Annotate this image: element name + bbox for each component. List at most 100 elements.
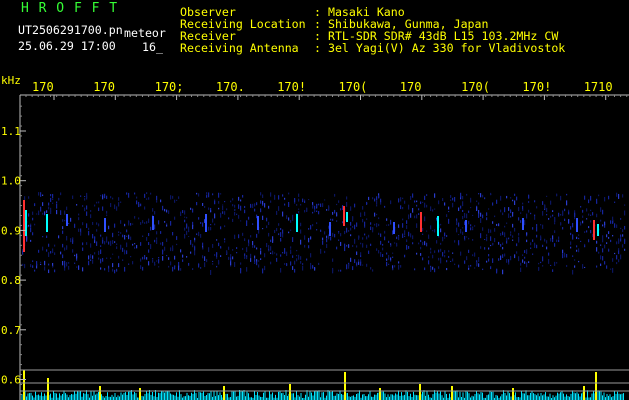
band-noise [510, 209, 512, 214]
band-noise [534, 216, 536, 220]
band-noise [620, 227, 622, 230]
band-noise [378, 195, 380, 199]
band-noise [578, 248, 580, 253]
band-noise [172, 232, 174, 236]
band-noise [270, 246, 272, 251]
band-noise [294, 268, 296, 273]
band-noise [400, 197, 402, 202]
band-noise [310, 236, 312, 240]
band-noise [92, 233, 94, 238]
band-noise [474, 225, 476, 227]
band-noise [138, 217, 140, 220]
band-noise [422, 257, 424, 261]
band-noise [90, 243, 92, 248]
band-noise [208, 207, 210, 210]
band-noise [556, 262, 558, 264]
band-noise [68, 262, 70, 264]
band-noise [234, 204, 236, 208]
band-noise [76, 204, 78, 206]
band-noise [430, 247, 432, 251]
band-noise [62, 254, 64, 259]
band-noise [280, 238, 282, 242]
band-noise [242, 247, 244, 251]
band-noise [620, 238, 622, 242]
x-tick-label: 170 [32, 80, 54, 94]
band-noise [274, 230, 276, 234]
band-noise [498, 258, 500, 261]
band-noise [620, 254, 622, 260]
band-noise [620, 218, 622, 220]
band-noise [220, 193, 222, 195]
band-noise [106, 239, 108, 243]
band-noise [560, 195, 562, 201]
band-noise [34, 223, 36, 226]
band-noise [212, 193, 214, 196]
band-noise [30, 264, 32, 268]
band-noise [94, 252, 96, 255]
band-noise [258, 264, 260, 268]
band-noise [106, 236, 108, 241]
band-noise [358, 259, 360, 262]
band-noise [612, 234, 614, 237]
band-noise [458, 240, 460, 245]
band-noise [426, 204, 428, 208]
band-noise [172, 245, 174, 250]
band-noise [362, 243, 364, 248]
band-noise [494, 215, 496, 218]
band-noise [526, 232, 528, 235]
band-noise [380, 252, 382, 257]
band-noise [42, 236, 44, 238]
band-noise [408, 231, 410, 237]
band-noise [44, 260, 46, 266]
band-noise [512, 211, 514, 214]
plot-area [20, 95, 629, 400]
band-noise [50, 251, 52, 254]
band-noise [208, 247, 210, 252]
band-noise [44, 266, 46, 271]
band-noise [604, 221, 606, 226]
band-noise [502, 231, 504, 236]
band-noise [88, 255, 90, 260]
band-noise [372, 197, 374, 200]
band-noise [412, 208, 414, 213]
band-noise [604, 196, 606, 202]
band-noise [596, 213, 598, 218]
band-noise [488, 208, 490, 210]
band-noise [406, 225, 408, 229]
band-noise [98, 223, 100, 227]
band-noise [376, 196, 378, 201]
band-noise [390, 200, 392, 205]
band-noise [340, 208, 342, 211]
band-noise [164, 221, 166, 223]
band-noise [398, 235, 400, 237]
band-noise [156, 239, 158, 245]
band-noise [224, 225, 226, 228]
band-noise [68, 265, 70, 270]
band-noise [492, 258, 494, 263]
band-noise [304, 209, 306, 213]
band-noise [346, 227, 348, 233]
band-noise [600, 244, 602, 246]
band-noise [578, 237, 580, 240]
band-noise [252, 241, 254, 246]
band-noise [402, 197, 404, 200]
band-noise [548, 218, 550, 220]
band-noise [610, 268, 612, 270]
band-noise [612, 216, 614, 222]
band-noise [346, 201, 348, 207]
band-noise [88, 227, 90, 231]
band-noise [350, 206, 352, 211]
band-noise [558, 236, 560, 239]
band-noise [408, 245, 410, 249]
y-tick-label: 0.6 [1, 374, 21, 387]
band-noise [438, 257, 440, 261]
band-noise [372, 269, 374, 272]
band-noise [292, 214, 294, 220]
band-noise [410, 233, 412, 238]
band-noise [366, 236, 368, 240]
band-noise [440, 223, 442, 226]
band-noise [136, 196, 138, 199]
band-noise [96, 229, 98, 232]
band-noise [340, 241, 342, 246]
band-noise [42, 202, 44, 206]
